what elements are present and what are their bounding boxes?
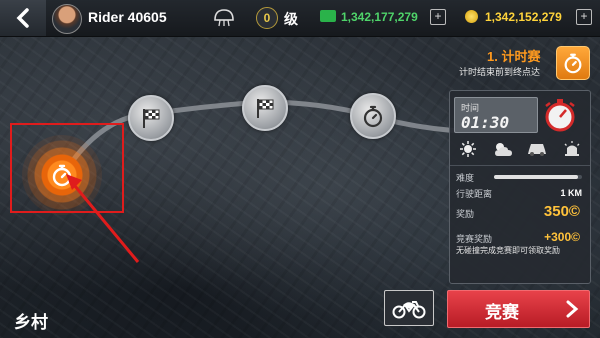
checkered-flag-icon (143, 109, 160, 128)
reward-value: 350© (543, 203, 580, 220)
race-info-panel: 时间 01:30 难度 行驶距离 1 KM 奖励 350© 竞赛奖励 +300©… (449, 90, 591, 284)
player-name: Rider 40605 (88, 9, 167, 25)
police-light-icon (560, 139, 584, 159)
level-label: 级 (284, 11, 298, 27)
event-subtitle: 计时结束前到终点达 (459, 67, 541, 77)
reward-label: 奖励 (456, 209, 475, 219)
add-coins-button[interactable]: + (576, 9, 592, 25)
top-bar: Rider 40605 0 级 1,342,177,279 + 1,342,15… (0, 0, 600, 37)
avatar[interactable] (52, 4, 82, 34)
time-display: 时间 01:30 (454, 97, 538, 133)
divider (450, 165, 590, 166)
car-icon (525, 139, 549, 159)
checkered-flag-icon (257, 99, 274, 118)
stopwatch-icon (363, 105, 383, 128)
back-button[interactable] (0, 0, 46, 36)
motorcycle-icon (392, 301, 426, 319)
event-title: 1. 计时赛 (487, 49, 541, 64)
distance-label: 行驶距离 (456, 189, 493, 199)
conditions-row (456, 139, 584, 161)
distance-value: 1 KM (560, 188, 582, 198)
coin-icon (465, 10, 478, 23)
race-node-timer[interactable] (350, 93, 396, 139)
partly-cloudy-icon (491, 139, 515, 159)
chevron-left-icon (16, 8, 29, 28)
difficulty-bar (494, 175, 582, 179)
cash-icon (320, 10, 336, 22)
difficulty-fill (494, 175, 578, 179)
bonus-description: 无碰撞完成竞赛即可领取奖励 (456, 246, 560, 255)
helmet-icon[interactable] (212, 6, 236, 30)
race-button[interactable]: 竞赛 (447, 290, 590, 328)
race-node-flag-2[interactable] (242, 85, 288, 131)
pointer-arrow-icon (66, 174, 140, 263)
coin-amount: 1,342,152,279 (485, 10, 562, 24)
race-button-label: 竞赛 (485, 303, 519, 322)
bonus-label: 竞赛奖励 (456, 234, 493, 244)
stopwatch-icon (564, 53, 582, 74)
bonus-value: +300© (544, 230, 580, 244)
region-name: 乡村 (14, 313, 48, 332)
time-value: 01:30 (461, 113, 510, 132)
chevron-right-icon (566, 300, 579, 318)
event-type-badge (556, 46, 590, 80)
red-stopwatch-icon (545, 99, 575, 132)
add-cash-button[interactable]: + (430, 9, 446, 25)
level-badge: 0 (256, 7, 278, 29)
sun-icon (456, 139, 480, 159)
difficulty-label: 难度 (456, 173, 475, 183)
bike-select-button[interactable] (384, 290, 434, 326)
race-node-flag-1[interactable] (128, 95, 174, 141)
cash-amount: 1,342,177,279 (341, 10, 418, 24)
